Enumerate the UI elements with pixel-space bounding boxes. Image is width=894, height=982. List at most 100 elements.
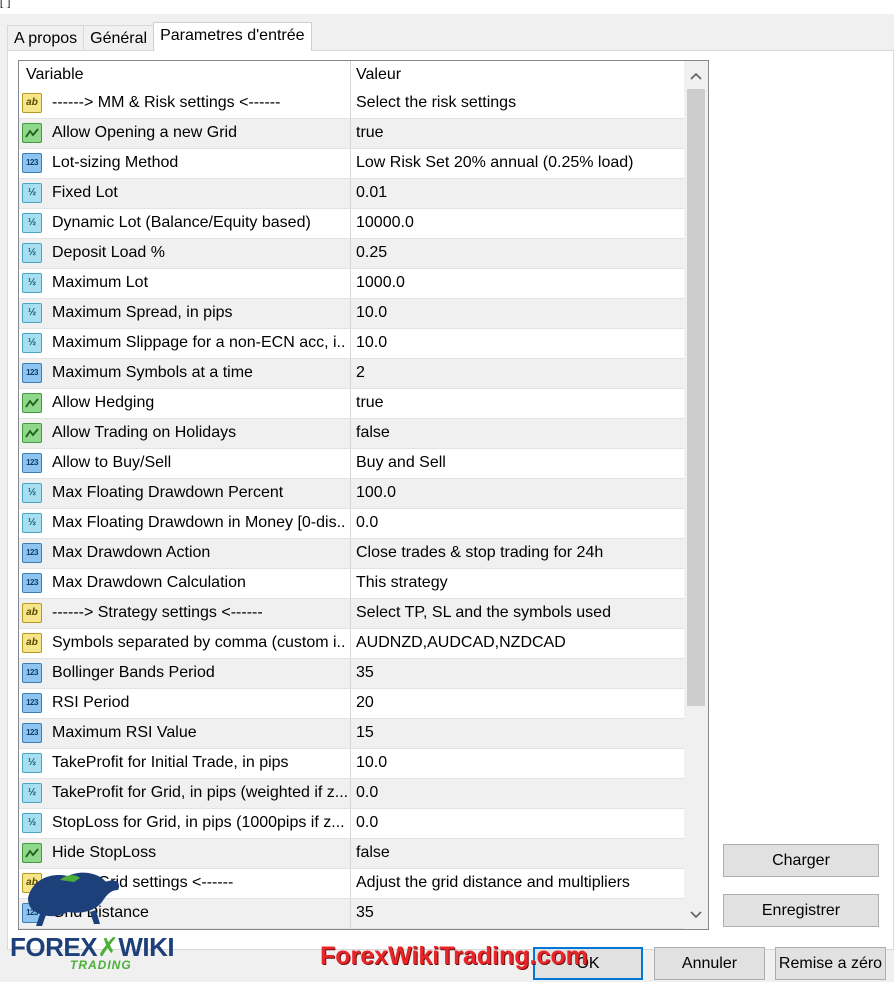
- table-row[interactable]: 123 Allow to Buy/Sell Buy and Sell: [19, 449, 684, 479]
- parameter-value[interactable]: 10.0: [356, 334, 676, 352]
- column-header-variable[interactable]: Variable: [26, 66, 84, 84]
- scroll-down-icon[interactable]: [684, 903, 708, 927]
- parameter-value[interactable]: Buy and Sell: [356, 454, 676, 472]
- column-divider[interactable]: [350, 61, 351, 89]
- parameter-name: Maximum Symbols at a time: [52, 364, 253, 381]
- tab-about[interactable]: A propos: [7, 25, 85, 52]
- parameter-name: Fixed Lot: [52, 184, 118, 201]
- parameter-value[interactable]: This strategy: [356, 574, 676, 592]
- table-row[interactable]: ab ------> MM & Risk settings <------ Sele…: [19, 89, 684, 119]
- cell-divider: [350, 629, 351, 658]
- cancel-button[interactable]: Annuler: [654, 947, 765, 980]
- reset-button[interactable]: Remise a zéro: [775, 947, 886, 980]
- parameter-name: Allow Opening a new Grid: [52, 124, 237, 141]
- table-row[interactable]: Allow Hedging true: [19, 389, 684, 419]
- parameter-value[interactable]: 0.0: [356, 814, 676, 832]
- parameter-value[interactable]: 2: [356, 364, 676, 382]
- cell-divider: [350, 149, 351, 178]
- parameter-value[interactable]: Select TP, SL and the symbols used: [356, 604, 676, 622]
- parameter-name: Lot-sizing Method: [52, 154, 179, 171]
- parameter-value[interactable]: 10000.0: [356, 214, 676, 232]
- parameter-name: Max Drawdown Calculation: [52, 574, 246, 591]
- parameter-value[interactable]: true: [356, 124, 676, 142]
- double-type-icon: ½: [22, 513, 42, 533]
- parameter-value[interactable]: 100.0: [356, 484, 676, 502]
- table-row[interactable]: ½ Maximum Spread, in pips 10.0: [19, 299, 684, 329]
- load-button[interactable]: Charger: [723, 844, 879, 877]
- tab-general[interactable]: Général: [83, 25, 155, 52]
- cell-divider: [350, 599, 351, 628]
- parameter-name: Max Floating Drawdown Percent: [52, 484, 284, 501]
- parameter-name: TakeProfit for Grid, in pips (weighted i…: [52, 784, 347, 801]
- table-row[interactable]: Allow Opening a new Grid true: [19, 119, 684, 149]
- parameter-value[interactable]: 10.0: [356, 304, 676, 322]
- table-row[interactable]: Hide StopLoss false: [19, 839, 684, 869]
- parameter-value[interactable]: 15: [356, 724, 676, 742]
- parameter-value[interactable]: Close trades & stop trading for 24h: [356, 544, 676, 562]
- cell-divider: [350, 269, 351, 298]
- table-row[interactable]: ½ Maximum Lot 1000.0: [19, 269, 684, 299]
- int-type-icon: 123: [22, 663, 42, 683]
- table-row[interactable]: ½ Dynamic Lot (Balance/Equity based) 10000…: [19, 209, 684, 239]
- forexwiki-logo: FOREX✗WIKI TRADING: [10, 868, 175, 973]
- table-row[interactable]: 123 Lot-sizing Method Low Risk Set 20% ann…: [19, 149, 684, 179]
- table-row[interactable]: ab ------> Strategy settings <------ Selec…: [19, 599, 684, 629]
- parameter-value[interactable]: 0.0: [356, 784, 676, 802]
- parameter-value[interactable]: false: [356, 844, 676, 862]
- table-row[interactable]: ½ Fixed Lot 0.01: [19, 179, 684, 209]
- cell-divider: [350, 779, 351, 808]
- scrollbar-thumb[interactable]: [687, 89, 705, 706]
- cell-divider: [350, 389, 351, 418]
- parameter-name: Max Drawdown Action: [52, 544, 211, 561]
- parameter-value[interactable]: AUDNZD,AUDCAD,NZDCAD: [356, 634, 676, 652]
- parameter-name: RSI Period: [52, 694, 130, 711]
- parameter-name: Maximum RSI Value: [52, 724, 197, 741]
- parameter-value[interactable]: 10.0: [356, 754, 676, 772]
- parameter-name: StopLoss for Grid, in pips (1000pips if …: [52, 814, 345, 831]
- save-button[interactable]: Enregistrer: [723, 894, 879, 927]
- table-row[interactable]: ½ Maximum Slippage for a non-ECN acc, i..…: [19, 329, 684, 359]
- parameter-name: Max Floating Drawdown in Money [0-dis...: [52, 514, 347, 531]
- cell-divider: [350, 299, 351, 328]
- parameter-value[interactable]: 35: [356, 904, 676, 922]
- table-row[interactable]: 123 Bollinger Bands Period 35: [19, 659, 684, 689]
- double-type-icon: ½: [22, 303, 42, 323]
- tab-input-parameters[interactable]: Parametres d'entrée: [153, 22, 312, 51]
- double-type-icon: ½: [22, 273, 42, 293]
- parameter-value[interactable]: 0.0: [356, 514, 676, 532]
- table-row[interactable]: ab Symbols separated by comma (custom i..…: [19, 629, 684, 659]
- table-row[interactable]: ½ StopLoss for Grid, in pips (1000pips if…: [19, 809, 684, 839]
- parameter-value[interactable]: true: [356, 394, 676, 412]
- table-row[interactable]: ½ Max Floating Drawdown in Money [0-dis..…: [19, 509, 684, 539]
- table-row[interactable]: Allow Trading on Holidays false: [19, 419, 684, 449]
- parameter-value[interactable]: 0.01: [356, 184, 676, 202]
- parameter-name: ------> Strategy settings <------: [52, 604, 263, 621]
- table-row[interactable]: 123 Max Drawdown Calculation This strategy: [19, 569, 684, 599]
- table-row[interactable]: 123 RSI Period 20: [19, 689, 684, 719]
- vertical-scrollbar[interactable]: [684, 61, 708, 929]
- table-row[interactable]: ½ Deposit Load % 0.25: [19, 239, 684, 269]
- logo-text-trading: TRADING: [70, 958, 132, 972]
- bool-type-icon: [22, 123, 42, 143]
- parameter-value[interactable]: Low Risk Set 20% annual (0.25% load): [356, 154, 676, 172]
- parameter-value[interactable]: 20: [356, 694, 676, 712]
- parameter-value[interactable]: Adjust the grid distance and multipliers: [356, 874, 676, 892]
- cell-divider: [350, 659, 351, 688]
- table-row[interactable]: ½ TakeProfit for Initial Trade, in pips 10…: [19, 749, 684, 779]
- table-row[interactable]: 123 Maximum RSI Value 15: [19, 719, 684, 749]
- table-row[interactable]: ½ TakeProfit for Grid, in pips (weighted …: [19, 779, 684, 809]
- table-row[interactable]: ½ Max Floating Drawdown Percent 100.0: [19, 479, 684, 509]
- parameter-value[interactable]: 1000.0: [356, 274, 676, 292]
- double-type-icon: ½: [22, 183, 42, 203]
- scroll-up-icon[interactable]: [684, 64, 708, 88]
- title-text: [ ]: [0, 0, 12, 9]
- parameter-value[interactable]: 0.25: [356, 244, 676, 262]
- parameter-value[interactable]: Select the risk settings: [356, 94, 676, 112]
- column-header-value[interactable]: Valeur: [356, 66, 401, 84]
- double-type-icon: ½: [22, 483, 42, 503]
- parameter-value[interactable]: false: [356, 424, 676, 442]
- table-row[interactable]: 123 Maximum Symbols at a time 2: [19, 359, 684, 389]
- parameter-value[interactable]: 35: [356, 664, 676, 682]
- table-row[interactable]: 123 Max Drawdown Action Close trades & sto…: [19, 539, 684, 569]
- cell-divider: [350, 539, 351, 568]
